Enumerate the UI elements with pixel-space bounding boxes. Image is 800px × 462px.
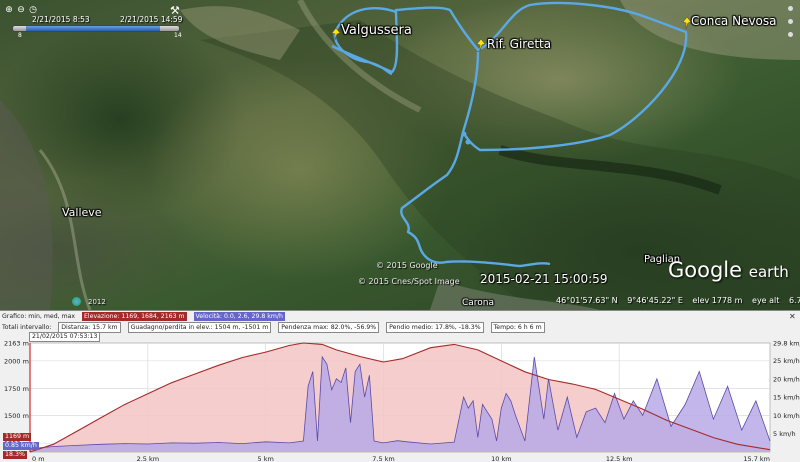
- satellite-map[interactable]: Valgussera Rif. Giretta Conca Nevosa Val…: [0, 0, 800, 310]
- nav-dot-icon[interactable]: [788, 32, 793, 37]
- copyright-google: © 2015 Google: [376, 261, 438, 270]
- place-label-carona[interactable]: Carona: [462, 298, 494, 308]
- velocity-summary[interactable]: Velocità: 0.0, 2.6, 29.8 km/h: [193, 312, 285, 321]
- profile-summary-row: Grafico: min, med, max Elevazione: 1169,…: [2, 312, 290, 321]
- x-axis-tick-label: 10 km: [491, 455, 511, 462]
- place-label-rif-giretta[interactable]: Rif. Giretta: [487, 37, 551, 51]
- x-axis-tick-label: 2.5 km: [137, 455, 160, 462]
- x-axis-tick-label: 7.5 km: [372, 455, 395, 462]
- time-slider[interactable]: ⊕ ⊖ ◷ 2/21/2015 8:53 2/21/2015 14:59 8 1…: [2, 2, 190, 39]
- left-axis-tick-label: 1750 m: [4, 385, 29, 393]
- left-axis-tick-label: 2000 m: [4, 357, 29, 365]
- pushpin-icon[interactable]: [331, 27, 341, 41]
- zoom-out-time-icon[interactable]: ⊖: [16, 5, 26, 15]
- right-axis-tick-label: 10 km/h: [773, 412, 800, 420]
- elevation-gain-total: Guadagno/perdita in elev.: 1504 m, -1501…: [127, 322, 272, 333]
- max-slope: Pendenza max: 82.0%, -56.9%: [278, 322, 380, 333]
- imagery-date-icon[interactable]: [72, 297, 81, 306]
- imagery-date: 2012: [88, 298, 106, 306]
- time-slider-range[interactable]: [26, 26, 160, 31]
- left-axis-tick-label: 1500 m: [4, 412, 29, 420]
- right-axis-tick-label: 20 km/h: [773, 375, 800, 383]
- avg-slope: Pendio medio: 17.8%, -18.3%: [386, 322, 484, 333]
- right-axis-tick-label: 29.8 km/h: [773, 340, 800, 348]
- graph-label: Grafico: min, med, max: [2, 313, 76, 320]
- status-eye-altitude-label: eye alt: [752, 296, 780, 305]
- cursor-velocity: 0.85 km/h: [3, 442, 39, 450]
- elevation-profile-panel[interactable]: 2163 m2000 m1750 m1500 m1250 m29.8 km/h2…: [0, 310, 800, 462]
- copyright-cnes: © 2015 Cnes/Spot Image: [358, 277, 460, 286]
- time-total: Tempo: 6 h 6 m: [490, 322, 545, 333]
- nav-dot-icon[interactable]: [788, 6, 793, 11]
- cursor-slope: 18.3%: [3, 451, 28, 459]
- x-axis-tick-label: 15.7 km: [743, 455, 770, 462]
- place-label-valgussera[interactable]: Valgussera: [341, 23, 412, 38]
- elevation-chart[interactable]: 2163 m2000 m1750 m1500 m1250 m29.8 km/h2…: [0, 311, 800, 462]
- google-earth-window: { "map": { "places": [ {"id": "valgusser…: [0, 0, 800, 462]
- pushpin-icon[interactable]: [476, 38, 486, 52]
- right-axis-tick-label: 25 km/h: [773, 357, 800, 365]
- profile-totals-row: Totali intervallo: Distanza: 15.7 km Gua…: [2, 322, 550, 333]
- status-longitude: 9°46'45.22" E: [627, 296, 683, 305]
- elevation-chart-svg[interactable]: 2163 m2000 m1750 m1500 m1250 m29.8 km/h2…: [0, 311, 800, 462]
- zoom-in-time-icon[interactable]: ⊕: [4, 5, 14, 15]
- time-slider-right-num: 14: [174, 32, 182, 39]
- cursor-elevation: 1169 m: [3, 433, 32, 441]
- status-elevation: elev 1778 m: [692, 296, 743, 305]
- left-axis-tick-label: 2163 m: [4, 340, 29, 348]
- elevation-summary[interactable]: Elevazione: 1169, 1684, 2163 m: [82, 312, 187, 321]
- x-axis-tick-label: 0 m: [32, 455, 45, 462]
- x-axis-tick-label: 5 km: [258, 455, 274, 462]
- close-icon[interactable]: ✕: [789, 313, 797, 321]
- clock-icon[interactable]: ◷: [28, 5, 38, 15]
- x-axis-tick-label: 12.5 km: [606, 455, 633, 462]
- time-slider-start: 2/21/2015 8:53: [32, 15, 90, 24]
- totals-label: Totali intervallo:: [2, 324, 52, 331]
- status-latitude: 46°01'57.63" N: [556, 296, 618, 305]
- google-earth-logo: Google earth: [668, 258, 789, 282]
- place-label-valleve[interactable]: Valleve: [62, 206, 102, 219]
- right-axis-tick-label: 5 km/h: [773, 430, 796, 438]
- place-label-conca-nevosa[interactable]: Conca Nevosa: [691, 14, 777, 28]
- navigation-controls[interactable]: [788, 6, 794, 66]
- cursor-time: 21/02/2015 07:53:13: [29, 332, 101, 342]
- status-bar: 46°01'57.63" N 9°46'45.22" E elev 1778 m…: [556, 296, 800, 305]
- nav-dot-icon[interactable]: [788, 19, 793, 24]
- status-eye-altitude: 6.78 km: [788, 296, 800, 305]
- wrench-icon[interactable]: ⚒: [170, 4, 180, 17]
- track-timestamp: 2015-02-21 15:00:59: [480, 272, 608, 286]
- time-slider-left-num: 8: [18, 32, 22, 39]
- right-axis-tick-label: 15 km/h: [773, 394, 800, 402]
